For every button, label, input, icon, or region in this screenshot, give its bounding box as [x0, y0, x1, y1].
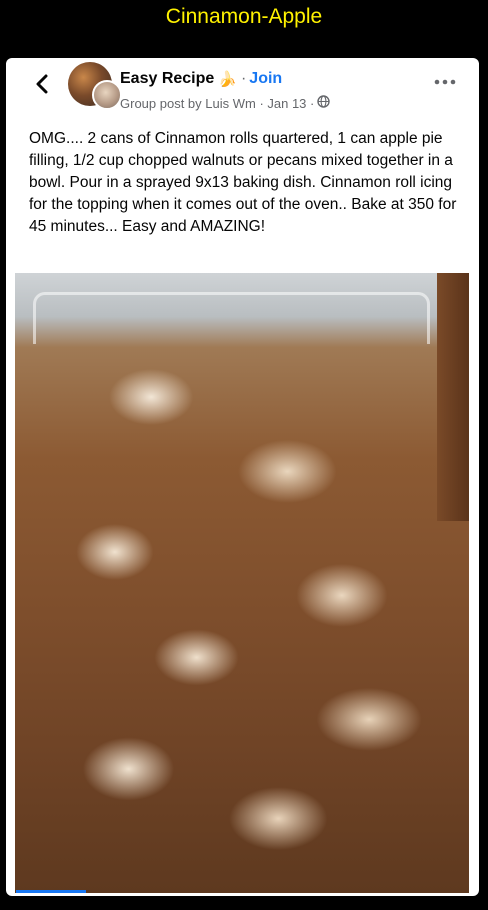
photo-indicator — [16, 890, 86, 893]
separator-dot: · — [240, 70, 247, 87]
banner-title: Cinnamon-Apple — [165, 5, 323, 28]
chevron-left-icon — [36, 74, 48, 94]
user-avatar[interactable] — [92, 80, 122, 110]
globe-icon — [317, 95, 331, 111]
more-horizontal-icon — [434, 79, 456, 85]
group-name-line: Easy Recipe 🍌 · Join — [120, 70, 282, 88]
banana-emoji: 🍌 — [218, 71, 237, 88]
post-body: OMG.... 2 cans of Cinnamon rolls quarter… — [29, 130, 457, 235]
post-subtitle: Group post by Luis Wm · Jan 13 · — [120, 95, 315, 111]
post-meta: Group post by Luis Wm · Jan 13 · — [120, 95, 331, 111]
dish-rim — [33, 291, 430, 345]
post-photo[interactable] — [15, 273, 469, 893]
back-button[interactable] — [28, 70, 56, 98]
post-card: Easy Recipe 🍌 · Join Group post by Luis … — [6, 58, 479, 896]
post-header: Easy Recipe 🍌 · Join Group post by Luis … — [6, 58, 479, 118]
join-button[interactable]: Join — [249, 70, 282, 88]
wooden-shelf — [437, 273, 469, 521]
group-name-link[interactable]: Easy Recipe — [120, 70, 214, 88]
more-options-button[interactable] — [433, 74, 457, 90]
